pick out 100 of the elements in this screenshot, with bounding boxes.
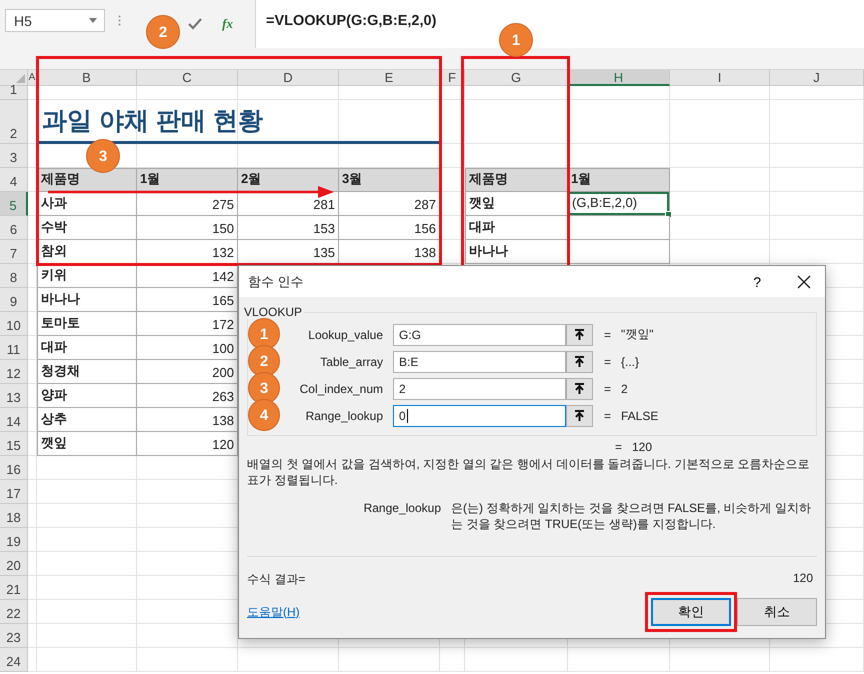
dialog-button[interactable]: 취소 xyxy=(737,598,817,626)
column-header[interactable]: E xyxy=(339,70,440,86)
check-icon[interactable] xyxy=(188,18,202,30)
input-field[interactable]: B:E xyxy=(393,350,566,372)
argument-result: {...} xyxy=(621,354,640,368)
table-cell[interactable]: 상추 xyxy=(37,408,137,432)
table-cell[interactable]: 대파 xyxy=(37,336,137,360)
row-header[interactable]: 2 xyxy=(0,100,28,144)
dialog-button[interactable]: 확인 xyxy=(651,598,731,626)
table-cell[interactable]: 수박 xyxy=(37,216,137,240)
range-select-button[interactable] xyxy=(566,378,593,400)
table-cell[interactable]: 키위 xyxy=(37,264,137,288)
row-header[interactable]: 12 xyxy=(0,360,28,384)
argument-label: Table_array xyxy=(320,354,383,368)
table-cell[interactable]: 165 xyxy=(137,288,238,312)
row-header[interactable]: 14 xyxy=(0,408,28,432)
function-name: VLOOKUP xyxy=(243,305,304,319)
drag-handle-icon xyxy=(118,15,121,26)
row-header[interactable]: 8 xyxy=(0,264,28,288)
row-header[interactable]: 17 xyxy=(0,480,28,504)
row-header[interactable]: 11 xyxy=(0,336,28,360)
row-header[interactable]: 9 xyxy=(0,288,28,312)
help-link[interactable]: 도움말(H) xyxy=(247,604,300,620)
table-cell[interactable]: 263 xyxy=(137,384,238,408)
column-header[interactable]: I xyxy=(670,70,770,86)
row-header[interactable]: 22 xyxy=(0,600,28,624)
name-box[interactable]: H5 xyxy=(5,9,105,32)
table-cell[interactable]: 깻잎 xyxy=(37,432,137,456)
equals-sign: = xyxy=(604,382,612,396)
argument-label: Lookup_value xyxy=(308,328,383,342)
table-cell[interactable]: 양파 xyxy=(37,384,137,408)
table-header-cell[interactable]: 1월 xyxy=(568,168,670,192)
table-header-cell[interactable]: 제품명 xyxy=(465,168,568,192)
row-header[interactable]: 1 xyxy=(0,86,28,100)
table-cell[interactable]: 150 xyxy=(137,216,238,240)
row-header[interactable]: 4 xyxy=(0,168,28,192)
formula-result-value: 120 xyxy=(792,571,813,587)
row-header[interactable]: 5 xyxy=(0,192,28,216)
table-header-cell[interactable]: 3월 xyxy=(339,168,440,192)
table-cell[interactable]: 138 xyxy=(137,408,238,432)
row-header[interactable]: 13 xyxy=(0,384,28,408)
table-cell[interactable]: (G,B:E,2,0) xyxy=(568,192,670,216)
triangle-icon xyxy=(16,74,25,83)
close-icon xyxy=(797,274,811,288)
column-header[interactable]: J xyxy=(770,70,864,86)
row-header[interactable]: 3 xyxy=(0,144,28,168)
equals-sign: = xyxy=(604,408,612,422)
table-cell[interactable]: 사과 xyxy=(37,192,137,216)
table-cell[interactable]: 200 xyxy=(137,360,238,384)
range-select-button[interactable] xyxy=(566,350,593,372)
row-header[interactable]: 15 xyxy=(0,432,28,456)
column-header[interactable]: C xyxy=(137,70,238,86)
table-cell[interactable] xyxy=(568,240,670,264)
row-header[interactable]: 20 xyxy=(0,552,28,576)
table-cell[interactable]: 142 xyxy=(137,264,238,288)
close-button[interactable] xyxy=(795,272,813,290)
column-header[interactable]: H xyxy=(568,70,670,86)
table-cell[interactable]: 120 xyxy=(137,432,238,456)
row-header[interactable]: 24 xyxy=(0,648,28,672)
table-cell[interactable]: 100 xyxy=(137,336,238,360)
table-cell[interactable]: 281 xyxy=(238,192,339,216)
help-button[interactable]: ? xyxy=(749,274,765,290)
arrow-up-icon xyxy=(574,382,585,394)
table-cell[interactable]: 275 xyxy=(137,192,238,216)
row-header[interactable]: 23 xyxy=(0,624,28,648)
table-cell[interactable]: 깻잎 xyxy=(465,192,568,216)
table-header-cell[interactable]: 제품명 xyxy=(37,168,137,192)
input-field[interactable]: 2 xyxy=(393,378,566,400)
input-field[interactable]: 0 xyxy=(393,404,566,426)
table-header-cell[interactable]: 2월 xyxy=(238,168,339,192)
argument-label: Col_index_num xyxy=(300,382,383,396)
table-cell[interactable]: 153 xyxy=(238,216,339,240)
column-header[interactable]: G xyxy=(465,70,568,86)
argument-result: "깻잎" xyxy=(621,326,654,343)
column-header[interactable]: B xyxy=(37,70,137,86)
dialog-title: 함수 인수 xyxy=(248,272,305,290)
row-header[interactable]: 19 xyxy=(0,528,28,552)
table-cell[interactable]: 172 xyxy=(137,312,238,336)
table-cell[interactable]: 대파 xyxy=(465,216,568,240)
insert-function-button[interactable]: fx xyxy=(220,16,235,32)
row-header[interactable]: 18 xyxy=(0,504,28,528)
column-header[interactable]: D xyxy=(238,70,339,86)
range-select-button[interactable] xyxy=(566,324,593,346)
number-badge: 4 xyxy=(248,399,280,431)
row-header[interactable]: 21 xyxy=(0,576,28,600)
table-cell[interactable]: 토마토 xyxy=(37,312,137,336)
table-cell[interactable]: 바나나 xyxy=(465,240,568,264)
table-cell[interactable]: 청경채 xyxy=(37,360,137,384)
row-header[interactable]: 16 xyxy=(0,456,28,480)
arrow-up-icon xyxy=(574,410,585,422)
range-select-button[interactable] xyxy=(566,404,593,426)
row-header[interactable]: 7 xyxy=(0,240,28,264)
argument-result: 2 xyxy=(621,382,628,396)
input-field[interactable]: G:G xyxy=(393,324,566,346)
table-cell[interactable]: 바나나 xyxy=(37,288,137,312)
row-header[interactable]: 6 xyxy=(0,216,28,240)
dropdown-caret-icon[interactable] xyxy=(89,18,97,23)
table-header-cell[interactable]: 1월 xyxy=(137,168,238,192)
row-header[interactable]: 10 xyxy=(0,312,28,336)
table-cell[interactable] xyxy=(568,216,670,240)
